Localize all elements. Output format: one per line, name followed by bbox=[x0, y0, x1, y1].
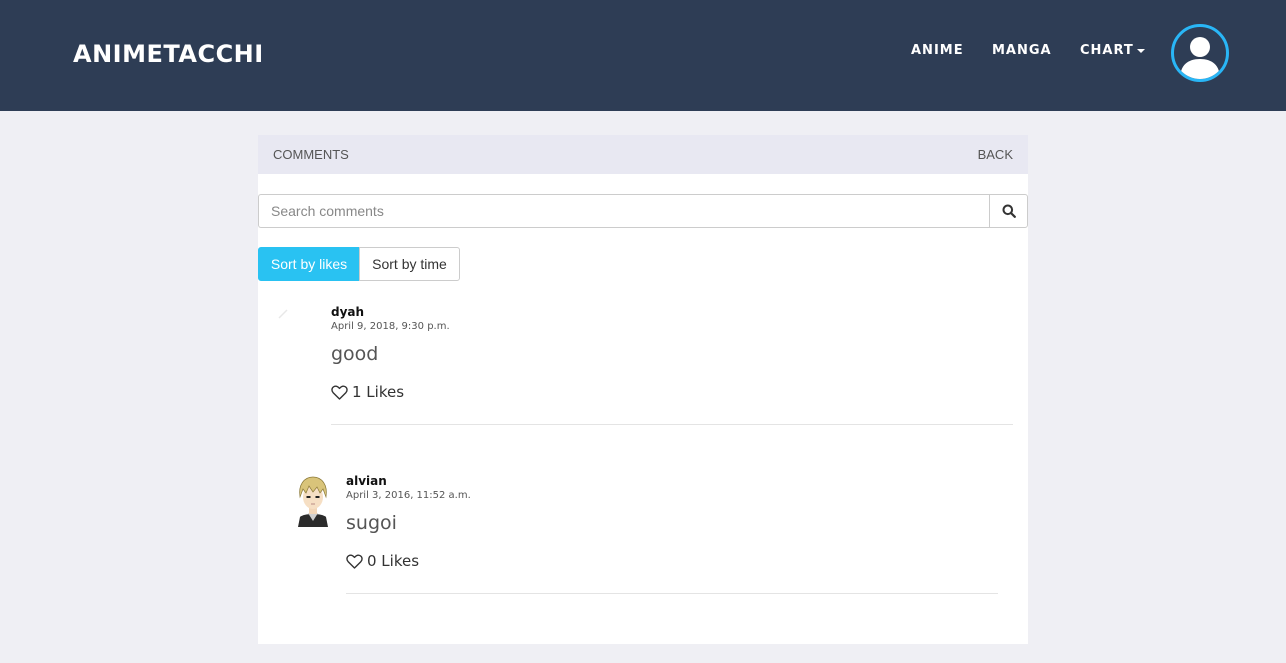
like-button[interactable]: 0 Likes bbox=[346, 552, 419, 570]
comment-username[interactable]: dyah bbox=[331, 305, 364, 319]
likes-count: 1 Likes bbox=[352, 383, 405, 401]
panel-title: COMMENTS bbox=[273, 147, 349, 162]
search-comments-input[interactable] bbox=[258, 194, 990, 228]
comment-divider bbox=[346, 593, 998, 594]
sort-by-likes-button[interactable]: Sort by likes bbox=[258, 247, 360, 281]
nav-anime[interactable]: ANIME bbox=[911, 43, 964, 58]
user-icon bbox=[1180, 37, 1220, 79]
search-button[interactable] bbox=[989, 194, 1028, 228]
comments-panel: COMMENTS BACK Sort by likes Sort by time… bbox=[258, 135, 1028, 644]
heart-icon bbox=[331, 385, 348, 400]
nav-chart-label: CHART bbox=[1080, 43, 1134, 58]
comment-date: April 3, 2016, 11:52 a.m. bbox=[346, 490, 471, 501]
sort-by-time-button[interactable]: Sort by time bbox=[359, 247, 460, 281]
nav-chart-dropdown[interactable]: CHART bbox=[1080, 43, 1145, 58]
comment-text: good bbox=[331, 343, 379, 365]
brand-logo[interactable]: ANIMETACCHI bbox=[73, 40, 264, 68]
anime-character-avatar bbox=[298, 476, 328, 527]
nav-manga[interactable]: MANGA bbox=[992, 43, 1052, 58]
comment-text: sugoi bbox=[346, 512, 397, 534]
comment-avatar-broken bbox=[276, 307, 290, 321]
comment-date: April 9, 2018, 9:30 p.m. bbox=[331, 321, 450, 332]
broken-image-icon bbox=[278, 309, 288, 319]
search-icon bbox=[1002, 204, 1016, 218]
comment-divider bbox=[331, 424, 1013, 425]
panel-header: COMMENTS BACK bbox=[258, 135, 1028, 174]
like-button[interactable]: 1 Likes bbox=[331, 383, 404, 401]
likes-count: 0 Likes bbox=[367, 552, 420, 570]
comment-username[interactable]: alvian bbox=[346, 474, 387, 488]
back-link[interactable]: BACK bbox=[978, 147, 1013, 162]
caret-down-icon bbox=[1136, 48, 1145, 53]
user-avatar-button[interactable] bbox=[1171, 24, 1229, 82]
heart-icon bbox=[346, 554, 363, 569]
comment-avatar bbox=[294, 475, 332, 527]
navbar: ANIMETACCHI ANIME MANGA CHART bbox=[0, 0, 1286, 111]
